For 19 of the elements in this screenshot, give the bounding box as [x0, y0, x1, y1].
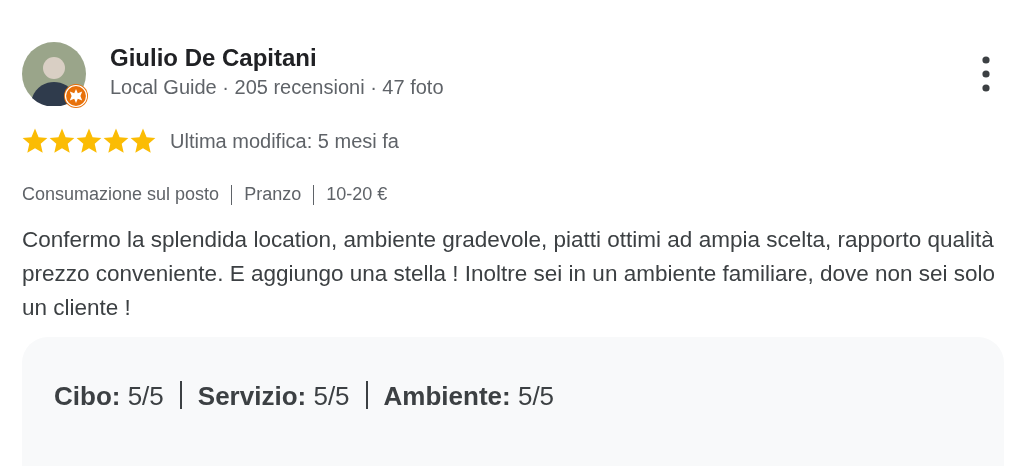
rating-value: 5/5 [517, 381, 555, 412]
star-icon [76, 128, 102, 154]
reviewer-name[interactable]: Giulio De Capitani [110, 44, 444, 72]
star-icon [49, 128, 75, 154]
rating-value: 5/5 [127, 381, 164, 412]
rating-value: 5/5 [313, 381, 350, 412]
reviewer-meta: Local Guide · 205 recensioni · 47 foto [110, 76, 444, 99]
review-date: Ultima modifica: 5 mesi fa [170, 129, 399, 153]
review-tag: Consumazione sul posto [22, 184, 220, 205]
review-tag: 10-20 € [326, 184, 388, 205]
star-icon [103, 128, 129, 154]
review-text: Confermo la splendida location, ambiente gradevole, piatti ottimi ad ampia scelta, rapporto qualità prezzo conveniente. E aggiungo una stella ! Inoltre sei in un ambiente familiare, dove non sei solo un cliente ! [22, 226, 997, 322]
rating-label: Servizio: [197, 381, 307, 412]
rating-label: Cibo: [54, 381, 121, 412]
star-icon [22, 128, 48, 154]
avatar-icon[interactable] [22, 42, 86, 106]
rating-label: Ambiente: [383, 381, 511, 412]
review-tag: Pranzo [244, 184, 302, 205]
star-icon [130, 128, 156, 154]
